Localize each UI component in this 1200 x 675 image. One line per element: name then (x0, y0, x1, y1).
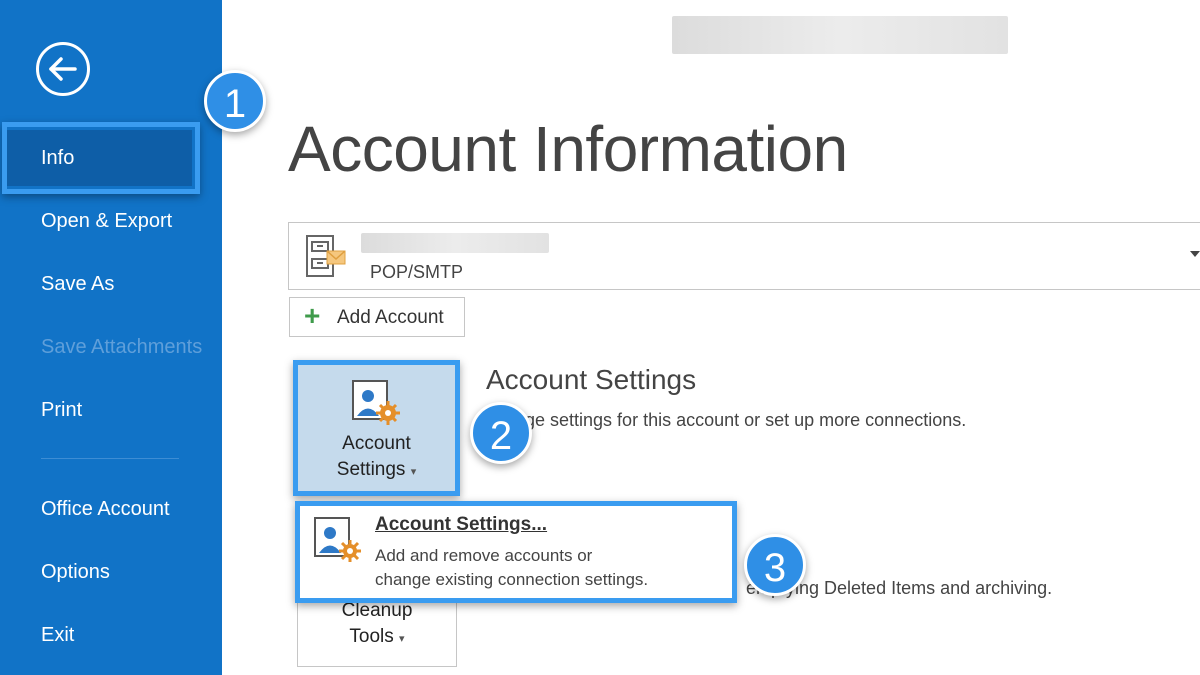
cleanup-tools-label-2: Tools ▾ (349, 626, 405, 647)
nav-exit[interactable]: Exit (0, 611, 222, 659)
redacted-email (361, 233, 549, 253)
highlight-box-account-settings (293, 360, 460, 496)
page-title: Account Information (288, 113, 848, 185)
backstage-sidebar: Info Open & Export Save As Save Attachme… (0, 0, 222, 675)
add-account-label: Add Account (337, 307, 444, 328)
callout-badge-2: 2 (470, 402, 532, 464)
caret-down-icon: ▾ (399, 633, 405, 645)
highlight-box-menu-item (295, 501, 737, 603)
nav-save-attachments: Save Attachments (41, 336, 203, 358)
nav-open-export[interactable]: Open & Export (0, 197, 222, 245)
nav-options[interactable]: Options (0, 548, 222, 596)
plus-icon: + (304, 300, 321, 331)
nav-save-as[interactable]: Save As (0, 260, 222, 308)
redacted-header (672, 16, 1008, 54)
back-arrow-icon (49, 57, 77, 81)
nav-separator (41, 458, 179, 459)
back-button[interactable] (36, 42, 90, 96)
nav-print[interactable]: Print (0, 386, 222, 434)
callout-badge-3: 3 (744, 534, 806, 596)
account-type-label: POP/SMTP (370, 262, 464, 282)
nav-office-account[interactable]: Office Account (0, 485, 222, 533)
highlight-box-info (2, 122, 200, 194)
chevron-down-icon[interactable] (1190, 251, 1200, 257)
mail-account-icon (306, 235, 346, 277)
account-settings-heading: Account Settings (486, 364, 697, 395)
account-settings-description: ge settings for this account or set up m… (525, 410, 967, 430)
add-account-button[interactable]: + Add Account (289, 297, 465, 337)
callout-badge-1: 1 (204, 70, 266, 132)
